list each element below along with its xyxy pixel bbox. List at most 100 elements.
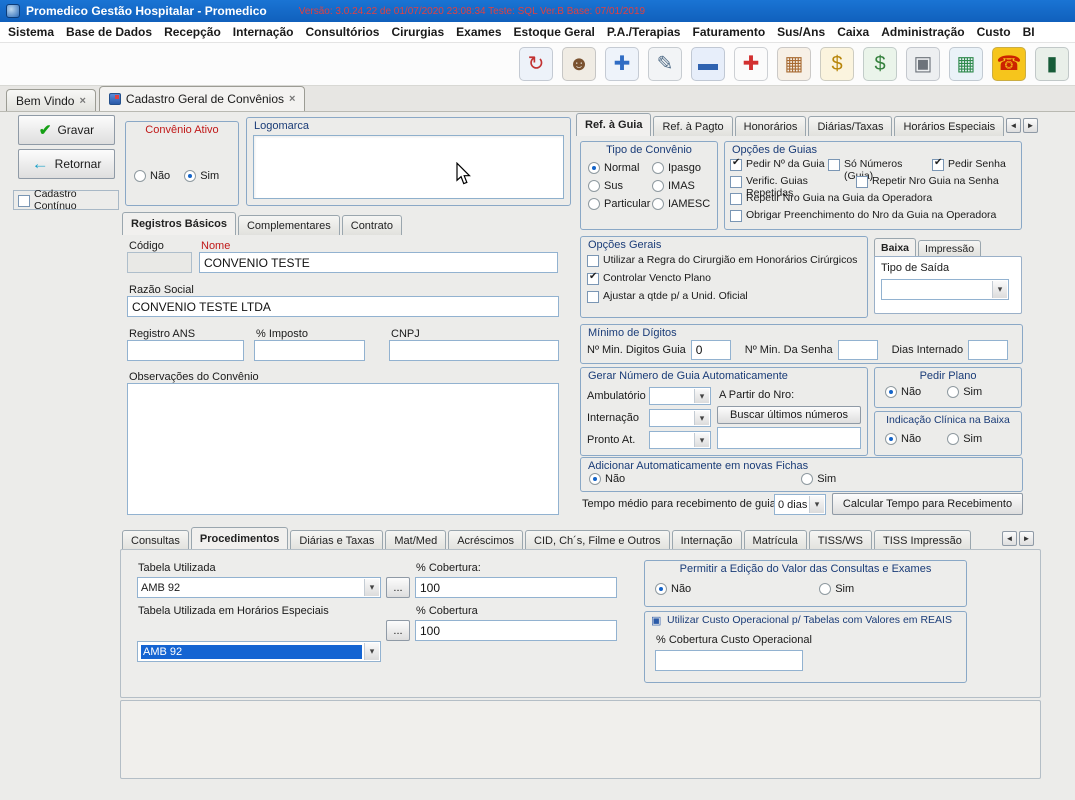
auto-number-combo[interactable] bbox=[649, 387, 711, 405]
menu-item[interactable]: Administração bbox=[875, 25, 970, 39]
ambulance-icon[interactable]: ✚ bbox=[734, 47, 768, 81]
checkbox-option[interactable]: Repetir Nro Guia na Guia da Operadora bbox=[730, 192, 1016, 209]
menu-item[interactable]: Consultórios bbox=[299, 25, 385, 39]
calcular-tempo-button[interactable]: Calcular Tempo para Recebimento bbox=[832, 493, 1023, 515]
checkbox-option[interactable]: Só Números (Guia) bbox=[828, 158, 932, 175]
radio-option[interactable]: IAMESC bbox=[652, 198, 716, 210]
radio-option[interactable]: Ipasgo bbox=[652, 162, 716, 174]
doctor-icon[interactable]: ✚ bbox=[605, 47, 639, 81]
continuous-registration-checkbox[interactable] bbox=[18, 194, 30, 207]
ref-tab[interactable]: Ref. à Pagto bbox=[653, 116, 732, 136]
close-icon[interactable]: × bbox=[79, 95, 85, 107]
bottom-tab[interactable]: Procedimentos bbox=[191, 527, 288, 550]
ref-tab[interactable]: Ref. à Guia bbox=[576, 113, 651, 136]
radio-option[interactable]: Sim bbox=[947, 433, 982, 445]
tabela-especiais-combo[interactable]: AMB 92 bbox=[137, 641, 381, 662]
menu-item[interactable]: BI bbox=[1017, 25, 1041, 39]
tab-scroll-left-button[interactable]: ◄ bbox=[1006, 118, 1021, 133]
checkbox-option[interactable]: Verific. Guias Repetidas bbox=[730, 175, 856, 192]
field-input[interactable] bbox=[691, 340, 731, 360]
radio-option[interactable]: Não bbox=[655, 583, 691, 595]
workspace-tab[interactable]: Bem Vindo × bbox=[6, 89, 96, 111]
menu-item[interactable]: Sus/Ans bbox=[771, 25, 831, 39]
field-input[interactable] bbox=[838, 340, 878, 360]
bottom-tab[interactable]: Diárias e Taxas bbox=[290, 530, 383, 550]
save-button[interactable]: ✔ Gravar bbox=[18, 115, 115, 145]
menu-item[interactable]: Faturamento bbox=[686, 25, 771, 39]
integration-sync-icon[interactable]: ↻ bbox=[519, 47, 553, 81]
imposto-input[interactable] bbox=[254, 340, 365, 361]
radio-option[interactable]: Particular bbox=[588, 198, 652, 210]
stock-boxes-icon[interactable]: ▦ bbox=[777, 47, 811, 81]
schedule-finance-icon[interactable]: ▦ bbox=[949, 47, 983, 81]
bottom-tab[interactable]: CID, Ch´s, Filme e Outros bbox=[525, 530, 670, 550]
bottom-tab[interactable]: Matrícula bbox=[744, 530, 807, 550]
nome-input[interactable] bbox=[199, 252, 558, 273]
observacoes-textarea[interactable] bbox=[127, 383, 559, 515]
bottom-tab[interactable]: Acréscimos bbox=[448, 530, 523, 550]
ref-tab[interactable]: Diárias/Taxas bbox=[808, 116, 892, 136]
reception-people-icon[interactable]: ☻ bbox=[562, 47, 596, 81]
radio-option[interactable]: Sus bbox=[588, 180, 652, 192]
radio-option[interactable]: Não bbox=[885, 386, 921, 398]
codigo-input[interactable] bbox=[127, 252, 192, 273]
a-partir-input[interactable] bbox=[717, 427, 861, 449]
workspace-tab[interactable]: Cadastro Geral de Convênios × bbox=[99, 86, 306, 111]
buscar-ultimos-numeros-button[interactable]: Buscar últimos números bbox=[717, 406, 861, 424]
finance-transfer-icon[interactable]: $ bbox=[863, 47, 897, 81]
bottom-tab-scroll-left-button[interactable]: ◄ bbox=[1002, 531, 1017, 546]
registro-tab[interactable]: Registros Básicos bbox=[122, 212, 236, 235]
menu-item[interactable]: Exames bbox=[450, 25, 507, 39]
registro-tab[interactable]: Complementares bbox=[238, 215, 340, 235]
tabela-utilizada-combo[interactable]: AMB 92 bbox=[137, 577, 381, 598]
checkbox-option[interactable]: Repetir Nro Guia na Senha bbox=[856, 175, 1016, 192]
ref-tab[interactable]: Horários Especiais bbox=[894, 116, 1004, 136]
radio-option[interactable]: Sim bbox=[819, 583, 854, 595]
menu-item[interactable]: P.A./Terapias bbox=[601, 25, 687, 39]
registro-ans-input[interactable] bbox=[127, 340, 244, 361]
radio-option[interactable]: Não bbox=[134, 170, 170, 182]
close-icon[interactable]: × bbox=[289, 93, 295, 105]
checkbox-option[interactable]: Controlar Vencto Plano bbox=[587, 272, 857, 285]
baixa-tab[interactable]: Baixa bbox=[874, 238, 916, 256]
phone-icon[interactable]: ☎ bbox=[992, 47, 1026, 81]
tabela-browse-button[interactable]: ... bbox=[386, 577, 410, 598]
custo-cobertura-input[interactable] bbox=[655, 650, 803, 671]
menu-item[interactable]: Recepção bbox=[158, 25, 227, 39]
exams-report-icon[interactable]: ✎ bbox=[648, 47, 682, 81]
tipo-saida-combo[interactable] bbox=[881, 279, 1009, 300]
return-button[interactable]: ← Retornar bbox=[18, 149, 115, 179]
bottom-tab[interactable]: TISS Impressão bbox=[874, 530, 971, 550]
radio-option[interactable]: Não bbox=[589, 473, 625, 485]
cobertura2-input[interactable] bbox=[415, 620, 617, 641]
auto-number-combo[interactable] bbox=[649, 431, 711, 449]
safe-vault-icon[interactable]: ▣ bbox=[906, 47, 940, 81]
checkbox-option[interactable]: Pedir Senha bbox=[932, 158, 1016, 175]
radio-option[interactable]: Sim bbox=[184, 170, 219, 182]
checkbox-option[interactable]: Pedir Nº da Guia bbox=[730, 158, 828, 175]
field-input[interactable] bbox=[968, 340, 1008, 360]
bottom-tab[interactable]: Mat/Med bbox=[385, 530, 446, 550]
radio-option[interactable]: Normal bbox=[588, 162, 652, 174]
auto-number-combo[interactable] bbox=[649, 409, 711, 427]
registro-tab[interactable]: Contrato bbox=[342, 215, 402, 235]
tempo-medio-combo[interactable]: 0 dias bbox=[774, 494, 826, 515]
menu-item[interactable]: Cirurgias bbox=[385, 25, 450, 39]
billing-gold-icon[interactable]: $ bbox=[820, 47, 854, 81]
radio-option[interactable]: Sim bbox=[801, 473, 836, 485]
tab-scroll-right-button[interactable]: ► bbox=[1023, 118, 1038, 133]
razao-social-input[interactable] bbox=[127, 296, 559, 317]
radio-option[interactable]: Sim bbox=[947, 386, 982, 398]
cobertura1-input[interactable] bbox=[415, 577, 617, 598]
checkbox-option[interactable]: Obrigar Preenchimento do Nro da Guia na … bbox=[730, 209, 1016, 226]
menu-item[interactable]: Custo bbox=[971, 25, 1017, 39]
bottom-tab[interactable]: Consultas bbox=[122, 530, 189, 550]
ref-tab[interactable]: Honorários bbox=[735, 116, 807, 136]
checkbox-option[interactable]: Ajustar a qtde p/ a Unid. Oficial bbox=[587, 290, 857, 303]
baixa-tab[interactable]: Impressão bbox=[918, 240, 981, 256]
radio-option[interactable]: IMAS bbox=[652, 180, 716, 192]
radio-option[interactable]: Não bbox=[885, 433, 921, 445]
checkbox-option[interactable]: Utilizar a Regra do Cirurgião em Honorár… bbox=[587, 254, 857, 267]
continuous-registration-toggle[interactable]: Cadastro Contínuo bbox=[13, 190, 119, 210]
hospital-bed-icon[interactable]: ▬ bbox=[691, 47, 725, 81]
